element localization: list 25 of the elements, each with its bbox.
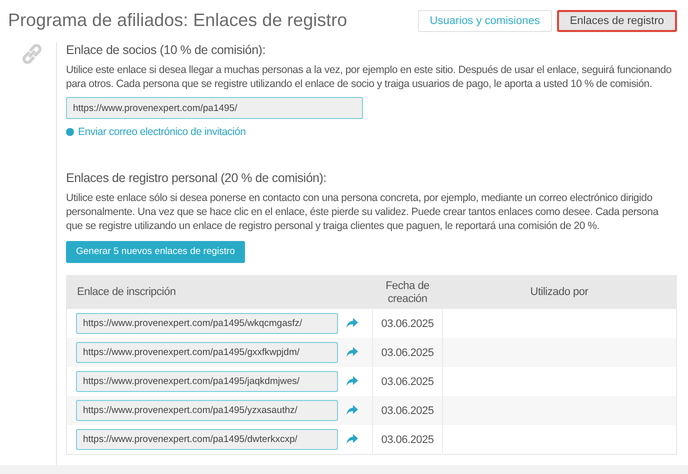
column-header: Fecha de creación (372, 276, 442, 309)
url-field[interactable]: https://www.provenexpert.com/pa1495/ (66, 97, 363, 119)
description-text: Utilice este enlace sólo si desea ponerse en contacto con una persona concreta, por ejemplo, mediante un correo electrónico dirigido personalmente. Una vez que se hace clic en el enlace, éste pierde su validez. Puede crear tantos enlaces como desee. Cada persona que se registre utilizando un enlace de registro personal y traiga clientes que paguen, le reportará una comisión de 20 %. (66, 191, 660, 233)
tab[interactable]: Enlaces de registro (556, 10, 677, 32)
column-header: Utilizado por (442, 276, 676, 309)
column-header: Enlace de inscripción (66, 276, 372, 309)
share-arrow-icon[interactable] (346, 318, 358, 329)
share-arrow-icon[interactable] (346, 405, 358, 416)
url-field[interactable]: https://www.provenexpert.com/pa1495/dwterkxcxp/ (76, 429, 338, 450)
table-cell: 03.06.2025 (372, 396, 442, 425)
url-field[interactable]: https://www.provenexpert.com/pa1495/yzxasauthz/ (76, 400, 338, 421)
bullet-icon (66, 128, 74, 136)
share-arrow-icon[interactable] (346, 434, 358, 445)
table-cell: 03.06.2025 (372, 338, 442, 367)
page-title: Programa de afiliados: Enlaces de registro (8, 10, 348, 31)
share-arrow-icon[interactable] (346, 347, 358, 358)
url-field[interactable]: https://www.provenexpert.com/pa1495/gxxfkwpjdm/ (76, 342, 338, 363)
url-field[interactable]: https://www.provenexpert.com/pa1495/jaqkdmjwes/ (76, 371, 338, 392)
table-cell: 03.06.2025 (372, 425, 442, 454)
share-arrow-icon[interactable] (346, 376, 358, 387)
description-text: Utilice este enlace si desea llegar a muchas personas a la vez, por ejemplo en este sitio. Después de usar el enlace, seguirá funcionando para otros. Cada persona que se registre utilizando el enlace de socio y traiga usuarios de pago, le aporta a usted 10 % de comisión. (66, 63, 672, 91)
chain-link-icon (20, 42, 44, 66)
section-heading: Enlaces de registro personal (20 % de comisión): (66, 171, 328, 185)
url-field[interactable]: https://www.provenexpert.com/pa1495/wkqcmgasfz/ (76, 313, 338, 334)
section-heading: Enlace de socios (10 % de comisión): (66, 43, 266, 57)
